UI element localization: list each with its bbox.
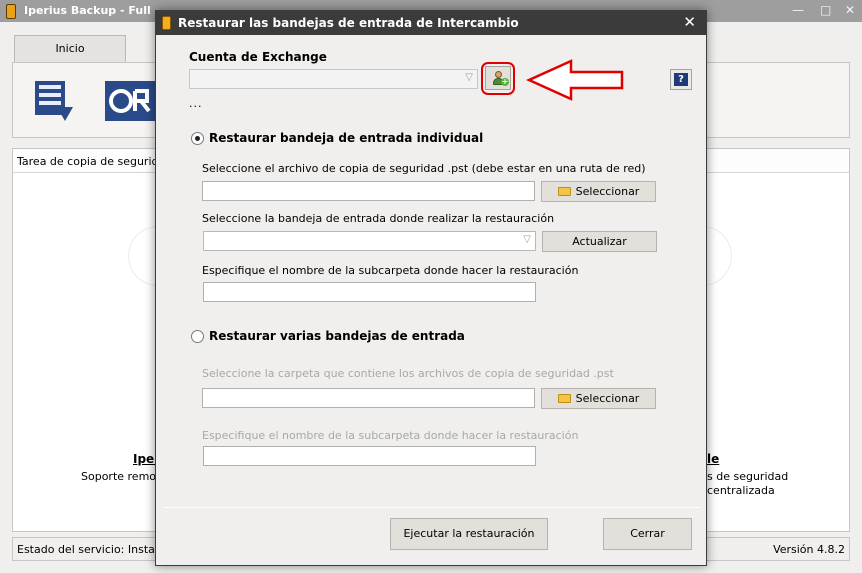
tab-inicio[interactable]: Inicio <box>14 35 126 63</box>
chevron-down-icon: ▽ <box>465 72 473 83</box>
select-pst-label: Seleccionar <box>575 185 640 198</box>
pst-file-label: Seleccione el archivo de copia de seguri… <box>202 162 646 175</box>
help-icon: ? <box>674 73 688 86</box>
multi-subfolder-input[interactable] <box>203 446 536 466</box>
refresh-button[interactable]: Actualizar <box>542 231 657 252</box>
radio-single-indicator[interactable] <box>191 132 204 145</box>
subfolder-input[interactable] <box>203 282 536 302</box>
mailbox-label: Seleccione la bandeja de entrada donde r… <box>202 212 555 225</box>
minimize-icon[interactable]: — <box>792 3 804 17</box>
folder-icon <box>557 394 571 403</box>
card-right-desc: s de seguridad centralizada <box>707 470 789 497</box>
pst-folder-input[interactable] <box>202 388 535 408</box>
backup-job-icon[interactable] <box>29 77 77 125</box>
select-pst-button[interactable]: Seleccionar <box>541 181 656 202</box>
exchange-account-select[interactable]: ▽ <box>189 69 478 89</box>
dialog-title: Restaurar las bandejas de entrada de Int… <box>178 16 519 30</box>
select-folder-button[interactable]: Seleccionar <box>541 388 656 409</box>
multi-subfolder-label: Especifique el nombre de la subcarpeta d… <box>202 429 579 442</box>
iperius-app-icon <box>6 4 16 19</box>
dialog-separator <box>164 507 700 508</box>
dialog-close-icon[interactable]: ✕ <box>683 13 696 31</box>
radio-single-label: Restaurar bandeja de entrada individual <box>209 131 484 145</box>
close-icon[interactable]: ✕ <box>845 3 855 17</box>
subfolder-label: Especifique el nombre de la subcarpeta d… <box>202 264 579 277</box>
exchange-account-label: Cuenta de Exchange <box>189 50 327 64</box>
main-window-title: Iperius Backup - Full <box>24 4 151 17</box>
maximize-icon[interactable]: □ <box>820 3 831 17</box>
account-ellipsis: ... <box>189 97 203 110</box>
iperius-app-icon <box>162 16 171 30</box>
select-folder-label: Seleccionar <box>575 392 640 405</box>
folder-icon <box>557 187 571 196</box>
close-button[interactable]: Cerrar <box>603 518 692 550</box>
help-button[interactable]: ? <box>670 69 692 90</box>
radio-multiple-label: Restaurar varias bandejas de entrada <box>209 329 465 343</box>
restore-icon[interactable] <box>105 81 155 121</box>
version-label: Versión 4.8.2 <box>773 543 845 556</box>
radio-multiple-indicator[interactable] <box>191 330 204 343</box>
mailbox-select[interactable]: ▽ <box>203 231 536 251</box>
red-arrow-annotation <box>526 59 624 101</box>
card-right-title[interactable]: le <box>707 452 719 466</box>
restore-exchange-dialog: Restaurar las bandejas de entrada de Int… <box>155 10 707 566</box>
dialog-titlebar: Restaurar las bandejas de entrada de Int… <box>156 11 706 35</box>
chevron-down-icon: ▽ <box>523 234 531 245</box>
red-highlight-ring <box>481 62 515 95</box>
run-restore-button[interactable]: Ejecutar la restauración <box>390 518 548 550</box>
pst-file-input[interactable] <box>202 181 535 201</box>
pst-folder-label: Seleccione la carpeta que contiene los a… <box>202 367 614 380</box>
